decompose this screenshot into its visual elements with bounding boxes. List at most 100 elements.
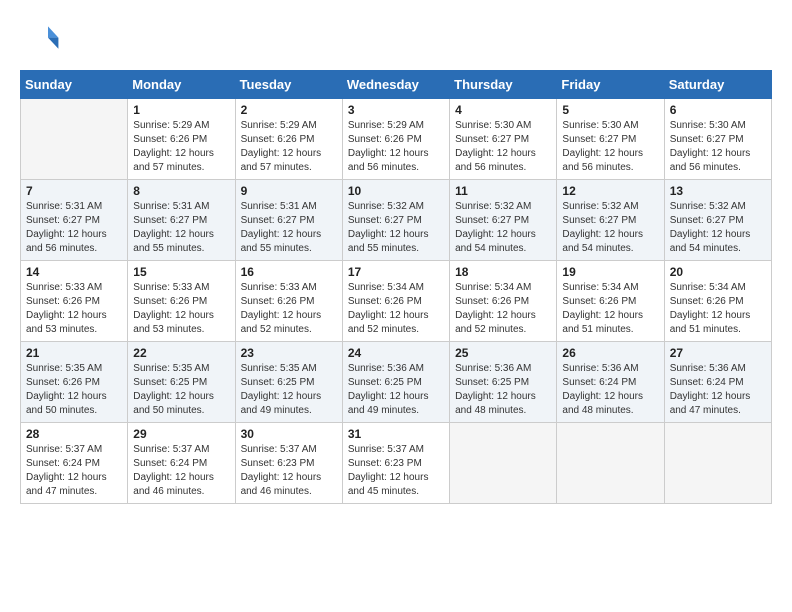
calendar-cell: 24 Sunrise: 5:36 AM Sunset: 6:25 PM Dayli…	[342, 342, 449, 423]
weekday-header-saturday: Saturday	[664, 71, 771, 99]
calendar-cell: 28 Sunrise: 5:37 AM Sunset: 6:24 PM Dayli…	[21, 423, 128, 504]
cell-content: Sunrise: 5:32 AM Sunset: 6:27 PM Dayligh…	[348, 200, 444, 256]
calendar-week-row: 14 Sunrise: 5:33 AM Sunset: 6:26 PM Dayli…	[21, 261, 772, 342]
cell-content: Sunrise: 5:30 AM Sunset: 6:27 PM Dayligh…	[455, 119, 551, 175]
calendar-cell	[557, 423, 664, 504]
calendar-cell: 30 Sunrise: 5:37 AM Sunset: 6:23 PM Dayli…	[235, 423, 342, 504]
cell-content: Sunrise: 5:35 AM Sunset: 6:26 PM Dayligh…	[26, 362, 122, 418]
cell-content: Sunrise: 5:29 AM Sunset: 6:26 PM Dayligh…	[133, 119, 229, 175]
day-number: 24	[348, 346, 444, 360]
day-number: 11	[455, 184, 551, 198]
day-number: 25	[455, 346, 551, 360]
cell-content: Sunrise: 5:33 AM Sunset: 6:26 PM Dayligh…	[26, 281, 122, 337]
day-number: 9	[241, 184, 337, 198]
calendar-cell: 20Sunrise: 5:34 AM Sunset: 6:26 PM Dayli…	[664, 261, 771, 342]
cell-content: Sunrise: 5:31 AM Sunset: 6:27 PM Dayligh…	[133, 200, 229, 256]
calendar-cell: 26Sunrise: 5:36 AM Sunset: 6:24 PM Dayli…	[557, 342, 664, 423]
cell-content: Sunrise: 5:33 AM Sunset: 6:26 PM Dayligh…	[241, 281, 337, 337]
cell-content: Sunrise: 5:33 AM Sunset: 6:26 PM Dayligh…	[133, 281, 229, 337]
cell-content: Sunrise: 5:35 AM Sunset: 6:25 PM Dayligh…	[133, 362, 229, 418]
cell-content: Sunrise: 5:34 AM Sunset: 6:26 PM Dayligh…	[455, 281, 551, 337]
weekday-header-monday: Monday	[128, 71, 235, 99]
calendar-cell: 21 Sunrise: 5:35 AM Sunset: 6:26 PM Dayli…	[21, 342, 128, 423]
calendar-cell: 4 Sunrise: 5:30 AM Sunset: 6:27 PM Daylig…	[450, 99, 557, 180]
cell-content: Sunrise: 5:34 AM Sunset: 6:26 PM Dayligh…	[670, 281, 766, 337]
calendar-cell: 18 Sunrise: 5:34 AM Sunset: 6:26 PM Dayli…	[450, 261, 557, 342]
cell-content: Sunrise: 5:31 AM Sunset: 6:27 PM Dayligh…	[241, 200, 337, 256]
calendar-cell: 9 Sunrise: 5:31 AM Sunset: 6:27 PM Daylig…	[235, 180, 342, 261]
cell-content: Sunrise: 5:32 AM Sunset: 6:27 PM Dayligh…	[670, 200, 766, 256]
page-header	[20, 20, 772, 60]
calendar-cell	[21, 99, 128, 180]
day-number: 13	[670, 184, 766, 198]
logo-icon	[20, 20, 60, 60]
calendar-cell: 29 Sunrise: 5:37 AM Sunset: 6:24 PM Dayli…	[128, 423, 235, 504]
calendar-cell: 31 Sunrise: 5:37 AM Sunset: 6:23 PM Dayli…	[342, 423, 449, 504]
calendar-week-row: 1 Sunrise: 5:29 AM Sunset: 6:26 PM Daylig…	[21, 99, 772, 180]
calendar-cell: 12Sunrise: 5:32 AM Sunset: 6:27 PM Dayli…	[557, 180, 664, 261]
calendar-cell: 25 Sunrise: 5:36 AM Sunset: 6:25 PM Dayli…	[450, 342, 557, 423]
calendar-cell: 17 Sunrise: 5:34 AM Sunset: 6:26 PM Dayli…	[342, 261, 449, 342]
cell-content: Sunrise: 5:36 AM Sunset: 6:25 PM Dayligh…	[455, 362, 551, 418]
cell-content: Sunrise: 5:36 AM Sunset: 6:24 PM Dayligh…	[670, 362, 766, 418]
day-number: 7	[26, 184, 122, 198]
cell-content: Sunrise: 5:30 AM Sunset: 6:27 PM Dayligh…	[670, 119, 766, 175]
calendar-cell: 11 Sunrise: 5:32 AM Sunset: 6:27 PM Dayli…	[450, 180, 557, 261]
cell-content: Sunrise: 5:32 AM Sunset: 6:27 PM Dayligh…	[562, 200, 658, 256]
calendar-cell: 16 Sunrise: 5:33 AM Sunset: 6:26 PM Dayli…	[235, 261, 342, 342]
day-number: 30	[241, 427, 337, 441]
cell-content: Sunrise: 5:29 AM Sunset: 6:26 PM Dayligh…	[241, 119, 337, 175]
calendar-cell: 8 Sunrise: 5:31 AM Sunset: 6:27 PM Daylig…	[128, 180, 235, 261]
calendar-cell: 22 Sunrise: 5:35 AM Sunset: 6:25 PM Dayli…	[128, 342, 235, 423]
day-number: 2	[241, 103, 337, 117]
weekday-header-thursday: Thursday	[450, 71, 557, 99]
day-number: 23	[241, 346, 337, 360]
day-number: 28	[26, 427, 122, 441]
day-number: 31	[348, 427, 444, 441]
day-number: 17	[348, 265, 444, 279]
calendar-cell: 5Sunrise: 5:30 AM Sunset: 6:27 PM Daylig…	[557, 99, 664, 180]
calendar-cell: 1 Sunrise: 5:29 AM Sunset: 6:26 PM Daylig…	[128, 99, 235, 180]
cell-content: Sunrise: 5:37 AM Sunset: 6:23 PM Dayligh…	[241, 443, 337, 499]
day-number: 10	[348, 184, 444, 198]
day-number: 14	[26, 265, 122, 279]
day-number: 6	[670, 103, 766, 117]
weekday-header-friday: Friday	[557, 71, 664, 99]
day-number: 5	[562, 103, 658, 117]
day-number: 16	[241, 265, 337, 279]
calendar-cell: 14 Sunrise: 5:33 AM Sunset: 6:26 PM Dayli…	[21, 261, 128, 342]
calendar-cell: 10 Sunrise: 5:32 AM Sunset: 6:27 PM Dayli…	[342, 180, 449, 261]
cell-content: Sunrise: 5:37 AM Sunset: 6:24 PM Dayligh…	[133, 443, 229, 499]
weekday-header-wednesday: Wednesday	[342, 71, 449, 99]
calendar-cell: 15Sunrise: 5:33 AM Sunset: 6:26 PM Dayli…	[128, 261, 235, 342]
calendar-cell: 27 Sunrise: 5:36 AM Sunset: 6:24 PM Dayli…	[664, 342, 771, 423]
day-number: 4	[455, 103, 551, 117]
weekday-header-tuesday: Tuesday	[235, 71, 342, 99]
cell-content: Sunrise: 5:37 AM Sunset: 6:24 PM Dayligh…	[26, 443, 122, 499]
day-number: 26	[562, 346, 658, 360]
cell-content: Sunrise: 5:29 AM Sunset: 6:26 PM Dayligh…	[348, 119, 444, 175]
cell-content: Sunrise: 5:36 AM Sunset: 6:25 PM Dayligh…	[348, 362, 444, 418]
calendar-cell: 23Sunrise: 5:35 AM Sunset: 6:25 PM Dayli…	[235, 342, 342, 423]
day-number: 27	[670, 346, 766, 360]
calendar-cell: 13 Sunrise: 5:32 AM Sunset: 6:27 PM Dayli…	[664, 180, 771, 261]
calendar-cell: 6 Sunrise: 5:30 AM Sunset: 6:27 PM Daylig…	[664, 99, 771, 180]
day-number: 1	[133, 103, 229, 117]
day-number: 8	[133, 184, 229, 198]
day-number: 18	[455, 265, 551, 279]
calendar-cell: 7 Sunrise: 5:31 AM Sunset: 6:27 PM Daylig…	[21, 180, 128, 261]
cell-content: Sunrise: 5:31 AM Sunset: 6:27 PM Dayligh…	[26, 200, 122, 256]
day-number: 19	[562, 265, 658, 279]
cell-content: Sunrise: 5:37 AM Sunset: 6:23 PM Dayligh…	[348, 443, 444, 499]
calendar-week-row: 28 Sunrise: 5:37 AM Sunset: 6:24 PM Dayli…	[21, 423, 772, 504]
cell-content: Sunrise: 5:34 AM Sunset: 6:26 PM Dayligh…	[348, 281, 444, 337]
calendar-cell: 2 Sunrise: 5:29 AM Sunset: 6:26 PM Daylig…	[235, 99, 342, 180]
day-number: 29	[133, 427, 229, 441]
day-number: 21	[26, 346, 122, 360]
calendar-cell: 19Sunrise: 5:34 AM Sunset: 6:26 PM Dayli…	[557, 261, 664, 342]
calendar-cell: 3Sunrise: 5:29 AM Sunset: 6:26 PM Daylig…	[342, 99, 449, 180]
cell-content: Sunrise: 5:32 AM Sunset: 6:27 PM Dayligh…	[455, 200, 551, 256]
weekday-header-sunday: Sunday	[21, 71, 128, 99]
day-number: 22	[133, 346, 229, 360]
calendar-cell	[450, 423, 557, 504]
